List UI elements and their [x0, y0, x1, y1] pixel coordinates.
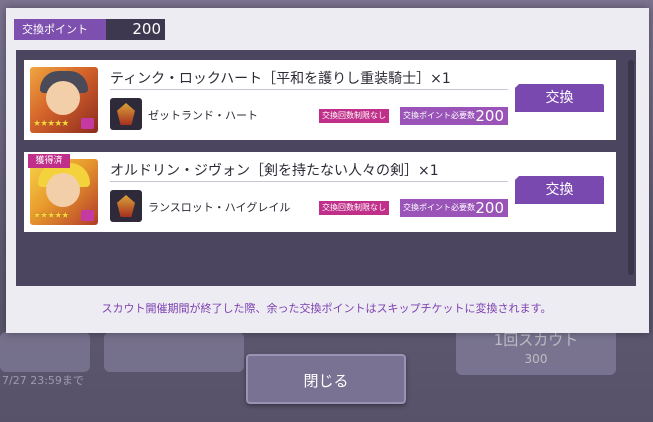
character-portrait[interactable]: ★★★★★: [30, 159, 98, 225]
exchange-points-bar: 交換ポイント 200: [14, 19, 165, 40]
scout-tag-icon: [81, 118, 94, 129]
notice-text: スカウト開催期間が終了した際、余った交換ポイントはスキップチケットに変換されます…: [101, 302, 552, 315]
exchange-limit-badge: 交換回数制限なし: [319, 109, 389, 123]
acquired-badge: 獲得済: [28, 154, 70, 168]
exchange-points-value: 200: [132, 20, 161, 38]
rarity-stars-icon: ★★★★★: [33, 211, 69, 221]
item-name: オルドリン・ジヴォン［剣を持たない人々の剣］×1: [110, 163, 439, 179]
knightmare-name: ランスロット・ハイグレイル: [148, 201, 291, 214]
item-name: ティンク・ロックハート［平和を護りし重装騎士］×1: [110, 71, 451, 87]
knightmare-name: ゼットランド・ハート: [148, 109, 258, 122]
exchange-points-label: 交換ポイント: [14, 19, 106, 40]
exchange-button[interactable]: 交換: [515, 84, 604, 112]
required-points-badge: 交換ポイント必要数 200: [400, 107, 508, 125]
character-portrait[interactable]: ★★★★★: [30, 67, 98, 133]
exchange-item-card: ★★★★★ ティンク・ロックハート［平和を護りし重装騎士］×1 ゼットランド・ハ…: [24, 60, 616, 140]
exchange-button[interactable]: 交換: [515, 176, 604, 204]
scrollbar-thumb[interactable]: [628, 60, 634, 275]
divider: [110, 89, 508, 90]
rarity-stars-icon: ★★★★★: [33, 119, 69, 129]
background-banner-1: [0, 332, 90, 372]
exchange-limit-badge: 交換回数制限なし: [319, 201, 389, 215]
divider: [110, 181, 508, 182]
exchange-item-card: ★★★★★ 獲得済 オルドリン・ジヴォン［剣を持たない人々の剣］×1 ランスロッ…: [24, 152, 616, 232]
background-banner-2: [104, 332, 244, 372]
knightmare-emblem-icon: [110, 98, 142, 130]
close-button[interactable]: 閉じる: [246, 354, 406, 404]
knightmare-emblem-icon: [110, 190, 142, 222]
scout-tag-icon: [81, 210, 94, 221]
background-date: 7/27 23:59まで: [2, 374, 84, 387]
required-points-badge: 交換ポイント必要数 200: [400, 199, 508, 217]
